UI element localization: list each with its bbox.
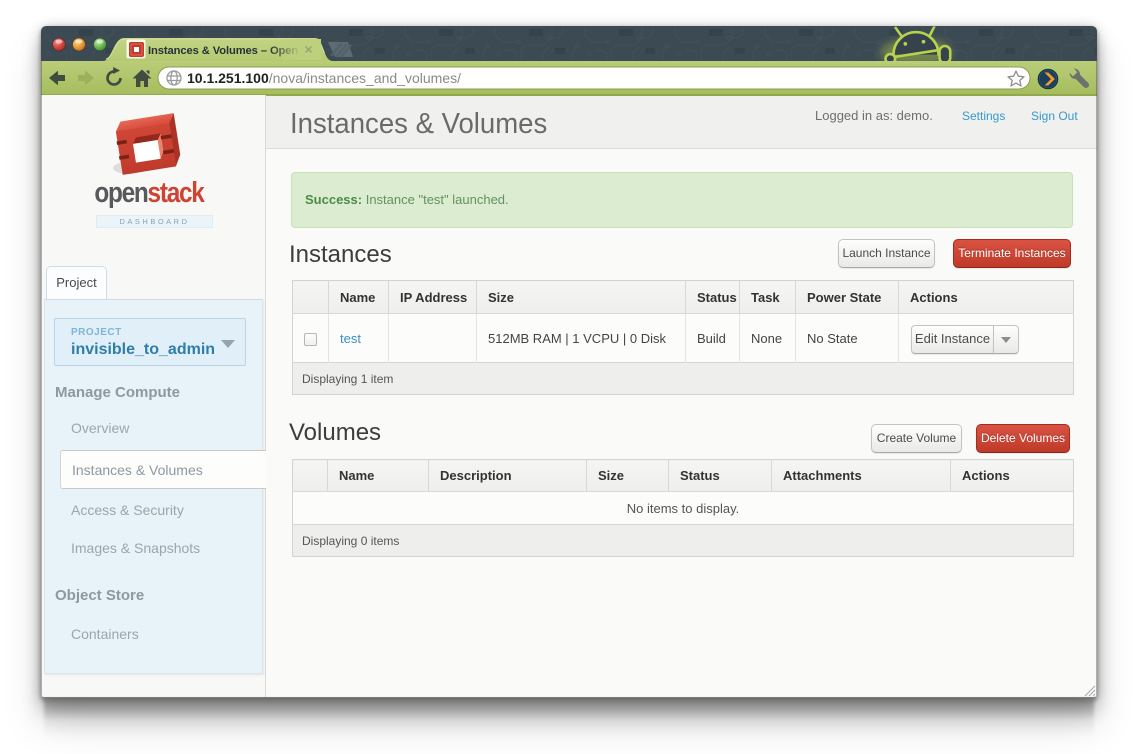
svg-text:10.1.251.100/nova/instances_an: 10.1.251.100/nova/instances_and_volumes/ — [187, 70, 461, 86]
